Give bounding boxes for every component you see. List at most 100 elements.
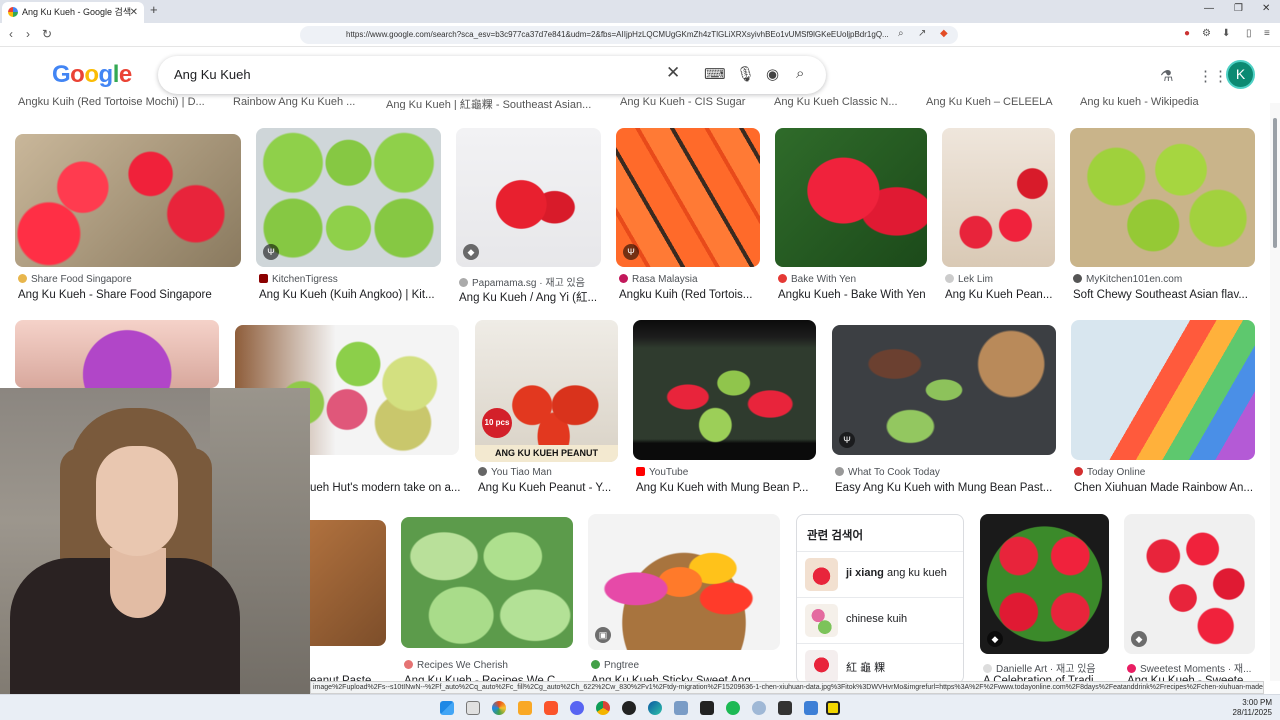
related-search-item[interactable]: chinese kuih <box>797 597 963 643</box>
result-thumbnail[interactable]: 10 pcs ANG KU KUEH PEANUT <box>475 320 618 462</box>
discord-icon[interactable] <box>570 701 584 715</box>
brave-icon[interactable] <box>544 701 558 715</box>
result-thumbnail[interactable] <box>1071 320 1255 460</box>
app-icon[interactable] <box>778 701 792 715</box>
image-result-card[interactable]: MyKitchen101en.com Soft Chewy Southeast … <box>1070 128 1256 308</box>
image-result-card[interactable]: ◆ Papamama.sg · 재고 있음 Ang Ku Kueh / Ang … <box>456 128 602 308</box>
zoom-icon[interactable]: ⌕ <box>898 28 904 39</box>
result-thumbnail[interactable]: ◆ <box>1124 514 1255 654</box>
menu-icon[interactable]: ≡ <box>1264 28 1270 39</box>
minimize-icon[interactable]: — <box>1204 3 1214 14</box>
google-logo[interactable]: Google <box>52 61 132 89</box>
result-title[interactable]: Ang Ku Kueh - Share Food Singapore <box>18 289 243 301</box>
start-icon[interactable] <box>440 701 454 715</box>
result-source[interactable]: Lek Lim <box>945 274 1057 285</box>
image-result-card[interactable]: ◆ Danielle Art · 재고 있음 A Celebration of … <box>980 514 1111 687</box>
sidebar-icon[interactable]: ▯ <box>1246 28 1252 39</box>
result-title[interactable]: Easy Ang Ku Kueh with Mung Bean Past... <box>835 482 1057 494</box>
image-result-card[interactable]: Share Food Singapore Ang Ku Kueh - Share… <box>15 128 243 308</box>
result-thumbnail[interactable]: Ψ <box>616 128 760 267</box>
keyboard-icon[interactable]: ⌨ <box>704 65 726 83</box>
prev-title[interactable]: Ang Ku Kueh Classic N... <box>774 96 898 108</box>
maximize-icon[interactable]: ❐ <box>1234 3 1243 14</box>
brave-shield-icon[interactable]: ◆ <box>940 28 948 39</box>
terminal-icon[interactable] <box>700 701 714 715</box>
result-thumbnail[interactable] <box>633 320 816 460</box>
back-icon[interactable]: ‹ <box>9 27 13 41</box>
scrollbar-thumb[interactable] <box>1273 118 1277 248</box>
app-icon[interactable] <box>804 701 818 715</box>
image-result-card[interactable]: eanut Paste <box>310 520 387 687</box>
copilot-icon[interactable] <box>492 701 506 715</box>
result-source[interactable]: Share Food Singapore <box>18 274 243 285</box>
image-result-card[interactable]: YouTube Ang Ku Kueh with Mung Bean P... <box>633 320 817 500</box>
prev-title[interactable]: Ang ku kueh - Wikipedia <box>1080 96 1199 108</box>
image-result-card[interactable]: Ψ KitchenTigress Ang Ku Kueh (Kuih Angko… <box>256 128 442 308</box>
result-thumbnail[interactable] <box>1070 128 1255 267</box>
image-result-card[interactable]: Ψ Rasa Malaysia Angku Kuih (Red Tortois.… <box>616 128 762 308</box>
result-thumbnail[interactable] <box>775 128 927 267</box>
result-thumbnail[interactable]: Ψ <box>256 128 441 267</box>
result-title[interactable]: Soft Chewy Southeast Asian flav... <box>1073 289 1257 301</box>
result-source[interactable]: Pngtree <box>591 660 781 671</box>
prev-title[interactable]: Angku Kuih (Red Tortoise Mochi) | D... <box>18 96 205 108</box>
prev-title[interactable]: Ang Ku Kueh - CIS Sugar <box>620 96 745 108</box>
result-source[interactable]: Today Online <box>1074 467 1257 478</box>
result-title[interactable]: Ang Ku Kueh Peanut - Y... <box>478 482 620 494</box>
result-source[interactable]: You Tiao Man <box>478 467 620 478</box>
related-search-item[interactable]: 紅 龜 粿 <box>797 643 963 683</box>
result-thumbnail[interactable] <box>401 517 573 648</box>
edge-icon[interactable] <box>648 701 662 715</box>
result-source[interactable]: Bake With Yen <box>778 274 930 285</box>
result-title[interactable]: Chen Xiuhuan Made Rainbow An... <box>1074 482 1257 494</box>
related-search-item[interactable]: ji xiang ang ku kueh <box>797 551 963 597</box>
image-result-card[interactable] <box>15 320 220 388</box>
result-source[interactable]: MyKitchen101en.com <box>1073 274 1257 285</box>
search-icon[interactable]: ⌕ <box>796 65 804 82</box>
url-field[interactable]: https://www.google.com/search?sca_esv=b3… <box>300 26 958 44</box>
result-thumbnail[interactable] <box>15 134 241 267</box>
image-result-card[interactable]: ▣ Pngtree Ang Ku Kueh Sticky Sweet Ang..… <box>588 514 781 687</box>
result-thumbnail[interactable]: ▣ <box>588 514 780 650</box>
extensions-icon[interactable]: ⚙ <box>1202 28 1211 39</box>
result-title[interactable]: Ang Ku Kueh / Ang Yi (紅... <box>459 289 603 305</box>
result-title[interactable]: Angku Kueh - Bake With Yen <box>778 289 930 301</box>
search-box[interactable]: Ang Ku Kueh ✕ ⌨ 🎙 ◉ ⌕ <box>158 56 826 94</box>
app-icon[interactable] <box>752 701 766 715</box>
page-scrollbar[interactable] <box>1270 103 1280 681</box>
new-tab-icon[interactable]: + <box>150 2 158 17</box>
share-icon[interactable]: ↗ <box>918 28 926 39</box>
apps-icon[interactable]: ⋮⋮ <box>1198 67 1228 85</box>
image-result-card[interactable]: Today Online Chen Xiuhuan Made Rainbow A… <box>1071 320 1256 500</box>
result-title[interactable]: Ang Ku Kueh Pean... <box>945 289 1057 301</box>
avatar[interactable]: K <box>1226 60 1255 89</box>
result-source[interactable]: Danielle Art · 재고 있음 <box>983 660 1111 675</box>
labs-icon[interactable]: ⚗ <box>1160 67 1173 85</box>
result-source[interactable]: Recipes We Cherish <box>404 660 575 671</box>
image-result-card[interactable]: 10 pcs ANG KU KUEH PEANUT You Tiao Man A… <box>475 320 619 500</box>
image-result-card[interactable]: Ψ What To Cook Today Easy Ang Ku Kueh wi… <box>832 325 1057 500</box>
result-source[interactable]: What To Cook Today <box>835 467 1057 478</box>
app-icon[interactable] <box>826 701 840 715</box>
result-thumbnail[interactable] <box>310 520 386 646</box>
prev-title[interactable]: Ang Ku Kueh | 紅龜粿 - Southeast Asian... <box>386 96 591 110</box>
prev-title[interactable]: Rainbow Ang Ku Kueh ... <box>233 96 355 108</box>
close-window-icon[interactable]: ✕ <box>1262 3 1270 14</box>
lens-icon[interactable]: ◉ <box>766 65 779 83</box>
system-clock[interactable]: 3:00 PM 28/11/2025 <box>1233 698 1272 718</box>
result-source[interactable]: Papamama.sg · 재고 있음 <box>459 274 603 289</box>
result-thumbnail[interactable]: Ψ <box>832 325 1056 455</box>
result-title[interactable]: Ang Ku Kueh with Mung Bean P... <box>636 482 818 494</box>
browser-tab[interactable]: Ang Ku Kueh - Google 검색 ✕ <box>2 2 144 23</box>
microphone-icon[interactable]: 🎙 <box>736 65 755 83</box>
result-thumbnail[interactable]: ◆ <box>980 514 1109 654</box>
chrome-icon[interactable] <box>596 701 610 715</box>
result-source[interactable]: KitchenTigress <box>259 274 443 285</box>
result-thumbnail[interactable] <box>942 128 1055 267</box>
result-source[interactable]: Sweetest Moments · 재... <box>1127 660 1257 675</box>
file-explorer-icon[interactable] <box>518 701 532 715</box>
result-source[interactable]: YouTube <box>636 467 818 478</box>
extension-icon[interactable]: ● <box>1184 28 1190 39</box>
search-input[interactable]: Ang Ku Kueh <box>174 67 251 82</box>
image-result-card[interactable]: Recipes We Cherish Ang Ku Kueh - Recipes… <box>401 517 575 687</box>
